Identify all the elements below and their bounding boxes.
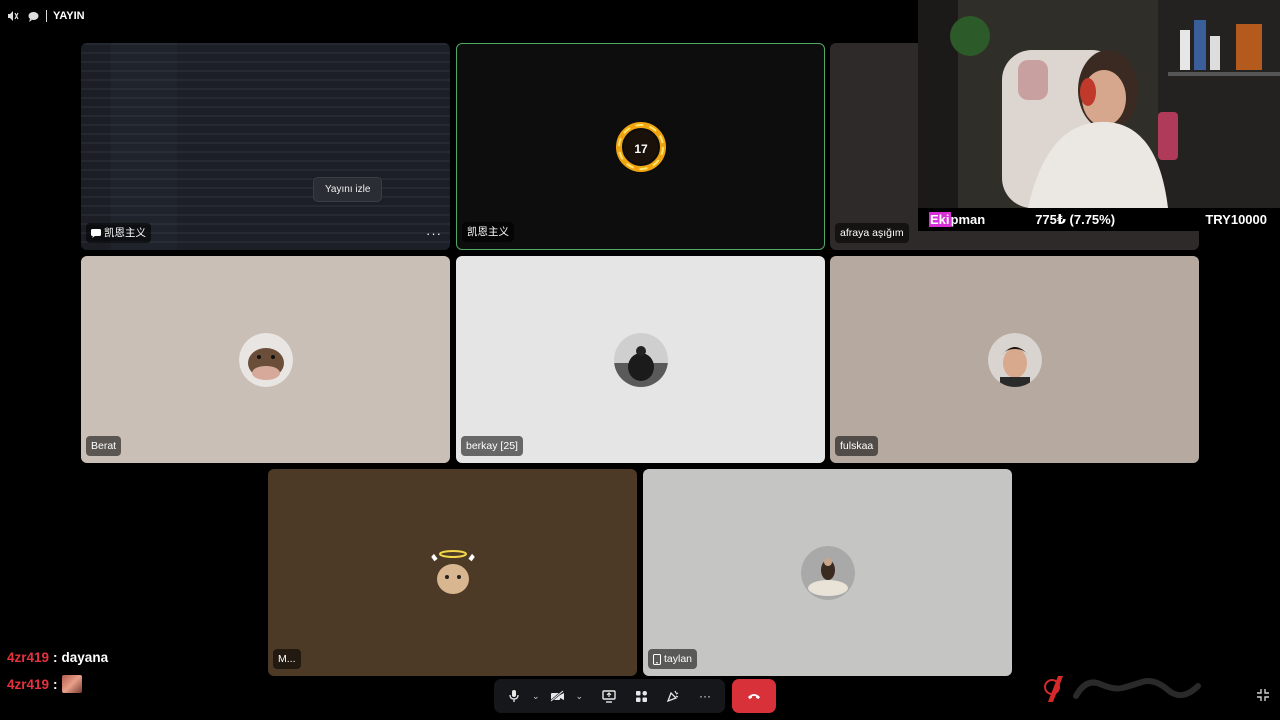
participant-tile[interactable]: fulskaa [830,256,1199,463]
screen-share-preview [81,43,450,250]
microphone-icon[interactable] [500,682,528,710]
chat-separator: : [53,676,58,692]
participant-tile[interactable]: berkay [25] [456,256,825,463]
chat-separator: : [53,650,58,665]
speaker-icon[interactable] [6,9,20,23]
camera-off-icon[interactable] [544,682,572,710]
top-bar: YAYIN [6,8,85,24]
avatar [425,545,480,600]
avatar [613,332,668,387]
chat-username: 4zr419 [7,676,50,692]
ticker-label: Ekipman [929,212,986,227]
avatar [238,332,293,387]
participant-name: Berat [86,436,122,456]
mobile-icon [653,653,661,665]
participant-name: berkay [25] [461,436,523,456]
svg-text:17: 17 [634,142,648,156]
more-icon[interactable]: ··· [691,682,719,710]
exit-fullscreen-icon[interactable] [1256,688,1270,702]
screen-share-icon[interactable] [595,682,623,710]
participant-name: 凯恩主义 [86,223,151,243]
avatar [987,332,1042,387]
channel-logo [1044,672,1204,706]
chat-bubble-icon [91,228,101,238]
participant-tile[interactable]: 17 凯恩主义 [456,43,825,250]
participant-tile[interactable]: Berat [81,256,450,463]
soundboard-icon[interactable] [659,682,687,710]
disconnect-button[interactable] [732,679,776,713]
streamer-webcam [918,0,1280,208]
ticker-target: TRY10000 [1205,212,1267,227]
avatar: 17 [613,119,668,174]
call-controls: ⌄ ⌄ ··· [494,679,725,713]
participant-name: 凯恩主义 [462,222,514,242]
participant-tile[interactable]: M... [268,469,637,676]
participant-name: M... [273,649,301,669]
chat-text: dayana [61,650,109,665]
avatar [800,545,855,600]
more-options-icon[interactable]: ··· [426,227,442,241]
logo-wordmark [1073,678,1201,699]
chevron-down-icon[interactable]: ⌄ [532,691,540,702]
face-emote-icon [61,675,82,693]
chat-message: 4zr419 : [7,675,82,693]
participant-name: fulskaa [835,436,879,456]
ticker-amount: 775₺ (7.75%) [1035,211,1116,227]
logo-mark-icon [1044,676,1063,702]
donation-ticker: Ekipman 775₺ (7.75%) TRY10000 [918,208,1280,231]
chat-bubble-icon[interactable] [26,9,40,23]
participant-tile[interactable]: taylan [643,469,1012,676]
chat-username: 4zr419 [7,650,50,665]
participant-name: taylan [648,649,698,669]
phone-hangup-icon [748,694,760,699]
watch-stream-button[interactable]: Yayını izle [313,177,383,202]
participant-name: afraya aşığım [835,223,909,243]
stream-label: YAYIN [53,10,85,22]
chevron-down-icon[interactable]: ⌄ [576,691,584,702]
participant-tile-screenshare[interactable]: Yayını izle 凯恩主义 ··· [81,43,450,250]
divider [46,10,47,22]
chat-message: 4zr419 : dayana [7,650,108,665]
activities-icon[interactable] [627,682,655,710]
